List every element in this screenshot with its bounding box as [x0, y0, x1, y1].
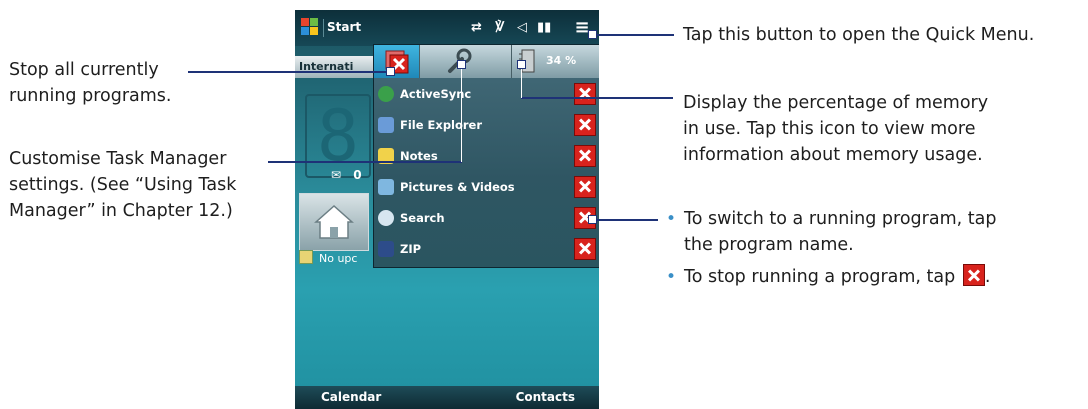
leader-customise-end — [457, 60, 466, 69]
note-customise-line-1: Customise Task Manager — [9, 149, 227, 169]
close-program-button[interactable] — [574, 176, 596, 198]
note-stop-all: Stop all currently running programs. — [9, 57, 171, 109]
leader-stop-all — [188, 71, 388, 73]
note-memory-line-2: in use. Tap this icon to view more — [683, 119, 976, 139]
program-row-pictures-videos[interactable]: Pictures & Videos — [374, 172, 599, 203]
bullet-dot: • — [666, 209, 677, 229]
leader-customise-vertical — [461, 64, 462, 162]
program-row-search[interactable]: Search — [374, 203, 599, 234]
task-manager-settings-button[interactable] — [420, 45, 512, 78]
bullet-stop-line: To stop running a program, tap — [684, 267, 956, 287]
program-name[interactable]: Search — [400, 211, 445, 225]
program-name[interactable]: Pictures & Videos — [400, 180, 515, 194]
bullet-stop-period: . — [984, 267, 991, 287]
bullet-switch-line-1: To switch to a running program, tap — [684, 209, 997, 229]
windows-start-icon[interactable] — [301, 18, 319, 36]
title-bar: Start ⇄ ℣ ◁ ▮▮ ≡ — [295, 10, 599, 46]
activesync-icon — [378, 86, 394, 102]
start-label[interactable]: Start — [327, 20, 361, 34]
zip-icon — [378, 241, 394, 257]
message-count: 0 — [353, 168, 362, 182]
note-programs: • To switch to a running program, tap th… — [666, 206, 996, 290]
bullet-switch-program: • To switch to a running program, tap th… — [666, 206, 996, 258]
pictures-icon — [378, 179, 394, 195]
close-program-button[interactable] — [574, 83, 596, 105]
softkey-bar: Calendar Contacts — [295, 386, 599, 409]
bullet-stop-program: • To stop running a program, tap . — [666, 264, 996, 290]
softkey-contacts[interactable]: Contacts — [516, 390, 575, 404]
connectivity-icon[interactable]: ⇄ — [471, 20, 482, 35]
message-row[interactable]: ✉ 0 — [331, 168, 362, 182]
wrench-icon — [448, 48, 472, 73]
signal-icon[interactable]: ℣ — [495, 20, 505, 35]
note-memory-line-3: information about memory usage. — [683, 145, 983, 165]
close-program-button[interactable] — [574, 238, 596, 260]
bullet-switch-line-2: the program name. — [684, 235, 854, 255]
note-quick-menu-line: Tap this button to open the Quick Menu. — [683, 25, 1035, 45]
house-icon — [314, 204, 354, 239]
leader-programs — [594, 219, 658, 221]
program-row-activesync[interactable]: ActiveSync — [374, 79, 599, 110]
note-stop-all-line-1: Stop all currently — [9, 60, 159, 80]
running-programs-list: ActiveSync File Explorer Notes Pictures … — [374, 79, 599, 265]
home-tab-international[interactable]: Internati — [295, 56, 375, 78]
file-explorer-icon — [378, 117, 394, 133]
bullet-dot: • — [666, 267, 677, 287]
quick-menu: 34 % ActiveSync File Explorer Notes Pict… — [373, 44, 599, 268]
note-memory: Display the percentage of memory in use.… — [683, 90, 988, 168]
note-customise-line-3: Manager” in Chapter 12.) — [9, 201, 233, 221]
program-name[interactable]: File Explorer — [400, 118, 482, 132]
note-customise: Customise Task Manager settings. (See “U… — [9, 146, 236, 224]
leader-customise — [268, 161, 462, 163]
leader-stop-all-end — [386, 67, 395, 76]
battery-icon[interactable]: ▮▮ — [537, 20, 551, 35]
program-row-file-explorer[interactable]: File Explorer — [374, 110, 599, 141]
search-icon — [378, 210, 394, 226]
leader-quick-menu — [594, 34, 674, 36]
home-button[interactable] — [299, 193, 369, 251]
quick-menu-tabs: 34 % — [374, 45, 599, 78]
title-separator — [323, 19, 324, 37]
stop-all-icon — [385, 50, 409, 74]
program-row-zip[interactable]: ZIP — [374, 234, 599, 265]
note-memory-line-1: Display the percentage of memory — [683, 93, 989, 113]
calendar-icon — [299, 250, 313, 264]
clock-digit: 8 — [305, 94, 371, 178]
program-name[interactable]: ZIP — [400, 242, 421, 256]
close-icon — [962, 264, 985, 286]
phone-screen: Start ⇄ ℣ ◁ ▮▮ ≡ Internati 8 ✉ 0 No upc — [295, 10, 599, 409]
memory-percent: 34 % — [546, 54, 577, 67]
leader-memory-end — [517, 60, 526, 69]
note-stop-all-line-2: running programs. — [9, 86, 172, 106]
close-program-button[interactable] — [574, 114, 596, 136]
leader-quick-menu-end — [588, 30, 597, 39]
note-quick-menu: Tap this button to open the Quick Menu. — [683, 22, 1034, 48]
leader-memory-vertical — [521, 64, 522, 98]
softkey-calendar[interactable]: Calendar — [321, 390, 381, 404]
close-program-button[interactable] — [574, 145, 596, 167]
note-customise-line-2: settings. (See “Using Task — [9, 175, 237, 195]
envelope-icon: ✉ — [331, 168, 342, 182]
program-row-notes[interactable]: Notes — [374, 141, 599, 172]
leader-programs-end — [588, 215, 597, 224]
upcoming-appointments[interactable]: No upc — [299, 250, 357, 265]
volume-icon[interactable]: ◁ — [517, 20, 527, 35]
no-upcoming-label: No upc — [319, 252, 358, 265]
leader-memory — [521, 97, 673, 99]
stop-all-programs-button[interactable] — [374, 45, 420, 78]
